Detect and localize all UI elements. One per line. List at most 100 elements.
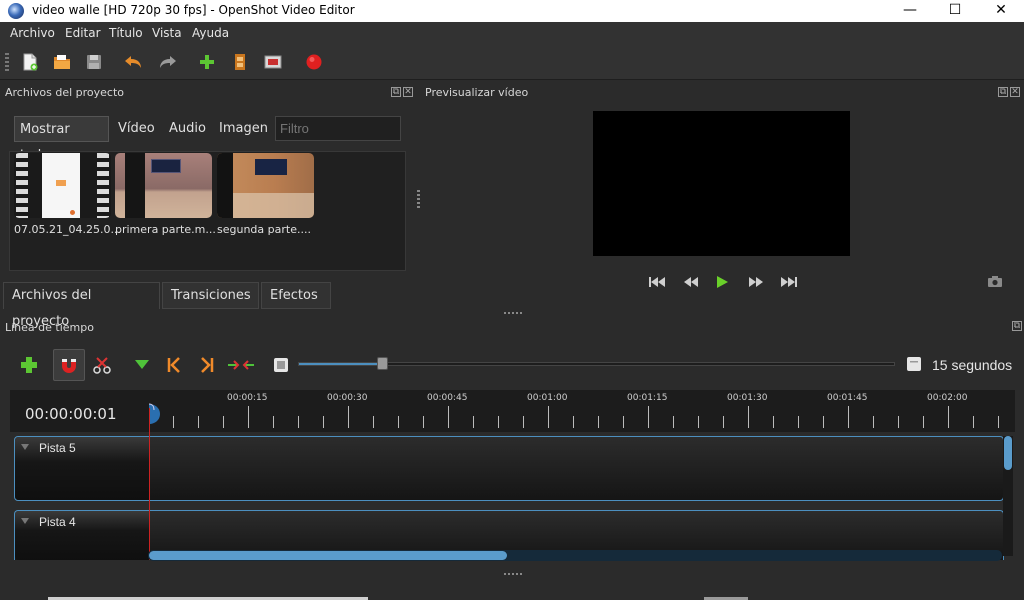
toolbar-grip[interactable] bbox=[5, 53, 9, 71]
minimize-button[interactable]: — bbox=[887, 0, 933, 22]
ruler-tick bbox=[323, 416, 324, 428]
zoom-slider[interactable] bbox=[298, 357, 895, 370]
ruler-tick bbox=[348, 406, 349, 428]
ruler-tick-label: 00:00:30 bbox=[327, 393, 368, 403]
ruler-tick bbox=[998, 416, 999, 428]
new-file-icon[interactable] bbox=[20, 52, 40, 72]
ruler-tick bbox=[423, 416, 424, 428]
choose-profile-icon[interactable] bbox=[230, 52, 250, 72]
timeline-ruler[interactable]: 00:00:00:01 00:00:15 00:00:30 00:00:45 00:0… bbox=[10, 390, 1015, 432]
zoom-label: 15 segundos bbox=[932, 357, 1013, 373]
menu-ayuda[interactable]: Ayuda bbox=[192, 26, 229, 40]
title-bar: video walle [HD 720p 30 fps] - OpenShot … bbox=[0, 0, 1024, 22]
preview-title: Previsualizar vídeo bbox=[425, 86, 529, 99]
snapping-toggle[interactable] bbox=[53, 349, 85, 381]
file-name: 07.05.21_04.25.0... bbox=[14, 223, 121, 236]
ruler-tick bbox=[923, 416, 924, 428]
close-button[interactable]: ✕ bbox=[978, 0, 1024, 22]
timeline-preview-icon[interactable] bbox=[266, 350, 296, 380]
tab-project-files[interactable]: Archivos del proyecto bbox=[3, 282, 160, 329]
export-film-icon[interactable] bbox=[263, 52, 283, 72]
ruler-tick bbox=[873, 416, 874, 428]
ruler-tick bbox=[798, 416, 799, 428]
fast-forward-icon[interactable] bbox=[748, 276, 764, 288]
undo-icon[interactable] bbox=[123, 52, 143, 72]
file-item[interactable]: 07.05.21_04.25.0... bbox=[14, 153, 121, 236]
horizontal-scrollbar[interactable] bbox=[148, 550, 1002, 561]
track-5[interactable]: Pista 5 bbox=[14, 436, 1004, 501]
tab-effects[interactable]: Efectos bbox=[261, 282, 331, 309]
vertical-scrollbar[interactable] bbox=[1003, 436, 1013, 556]
timeline-dock-controls[interactable]: ⧉ bbox=[1010, 320, 1024, 332]
menu-vista[interactable]: Vista bbox=[152, 26, 182, 40]
vertical-scrollbar-thumb[interactable] bbox=[1004, 436, 1012, 470]
ruler-tick bbox=[848, 406, 849, 428]
current-timecode: 00:00:00:01 bbox=[25, 405, 117, 423]
track-header[interactable]: Pista 4 bbox=[15, 511, 149, 560]
ruler-tick bbox=[648, 406, 649, 428]
close-icon[interactable]: ✕ bbox=[1010, 87, 1020, 97]
project-files-list[interactable]: 07.05.21_04.25.0... primera parte.m... s… bbox=[9, 151, 406, 271]
previous-marker-icon[interactable] bbox=[159, 350, 189, 380]
window-title: video walle [HD 720p 30 fps] - OpenShot … bbox=[32, 3, 355, 17]
jump-start-icon[interactable] bbox=[649, 276, 665, 288]
camera-snapshot-icon[interactable] bbox=[987, 275, 1003, 288]
menu-archivo[interactable]: Archivo bbox=[10, 26, 55, 40]
zoom-slider-handle[interactable] bbox=[377, 357, 389, 370]
video-preview-screen bbox=[593, 111, 850, 256]
file-item[interactable]: primera parte.m... bbox=[115, 153, 216, 236]
float-icon[interactable]: ⧉ bbox=[998, 87, 1008, 97]
file-thumbnail bbox=[217, 153, 314, 218]
track-name: Pista 5 bbox=[39, 441, 76, 455]
ruler-tick bbox=[198, 416, 199, 428]
main-toolbar bbox=[0, 44, 1024, 80]
ruler-tick bbox=[398, 416, 399, 428]
bottom-splitter[interactable] bbox=[504, 573, 524, 575]
import-files-icon[interactable] bbox=[197, 52, 217, 72]
save-icon[interactable] bbox=[84, 52, 104, 72]
ruler-tick bbox=[523, 416, 524, 428]
add-track-icon[interactable] bbox=[14, 350, 44, 380]
maximize-button[interactable]: ☐ bbox=[932, 0, 978, 22]
next-marker-icon[interactable] bbox=[192, 350, 222, 380]
collapse-arrow-icon[interactable] bbox=[21, 518, 29, 524]
razor-scissors-icon[interactable] bbox=[87, 350, 117, 380]
file-item[interactable]: segunda parte.... bbox=[217, 153, 316, 236]
horizontal-scrollbar-thumb[interactable] bbox=[149, 551, 507, 560]
ruler-tick bbox=[248, 406, 249, 428]
track-header[interactable]: Pista 5 bbox=[15, 437, 149, 500]
float-icon[interactable]: ⧉ bbox=[1012, 321, 1022, 331]
collapse-arrow-icon[interactable] bbox=[21, 444, 29, 450]
filter-video[interactable]: Vídeo bbox=[113, 116, 160, 142]
menu-editar[interactable]: Editar bbox=[65, 26, 101, 40]
rewind-icon[interactable] bbox=[683, 276, 699, 288]
float-icon[interactable]: ⧉ bbox=[391, 87, 401, 97]
ruler-tick-label: 00:00:45 bbox=[427, 393, 468, 403]
horizontal-splitter[interactable] bbox=[504, 312, 524, 314]
vertical-splitter[interactable] bbox=[417, 190, 420, 208]
open-folder-icon[interactable] bbox=[52, 52, 72, 72]
jump-end-icon[interactable] bbox=[781, 276, 797, 288]
file-thumbnail bbox=[115, 153, 212, 218]
preview-dock-controls[interactable]: ⧉ ✕ bbox=[996, 86, 1020, 98]
center-playhead-icon[interactable] bbox=[226, 350, 256, 380]
filter-show-all[interactable]: Mostrar todo bbox=[14, 116, 109, 163]
project-files-dock-controls[interactable]: ⧉ ✕ bbox=[389, 86, 413, 98]
filter-image[interactable]: Imagen bbox=[214, 116, 273, 142]
ruler-tick bbox=[623, 416, 624, 428]
record-icon[interactable] bbox=[304, 52, 324, 72]
timeline-title: Línea de tiempo bbox=[5, 321, 94, 334]
redo-icon[interactable] bbox=[158, 52, 178, 72]
filter-input[interactable] bbox=[275, 116, 401, 141]
ruler-tick bbox=[948, 406, 949, 428]
ruler-tick bbox=[748, 406, 749, 428]
close-icon[interactable]: ✕ bbox=[403, 87, 413, 97]
menu-titulo[interactable]: Título bbox=[109, 26, 143, 40]
play-icon[interactable] bbox=[716, 275, 729, 289]
tab-transitions[interactable]: Transiciones bbox=[162, 282, 259, 309]
ruler-tick-label: 00:01:00 bbox=[527, 393, 568, 403]
playhead-line bbox=[149, 408, 150, 560]
ruler-tick-label: 00:02:00 bbox=[927, 393, 968, 403]
add-marker-icon[interactable] bbox=[127, 350, 157, 380]
filter-audio[interactable]: Audio bbox=[164, 116, 211, 142]
